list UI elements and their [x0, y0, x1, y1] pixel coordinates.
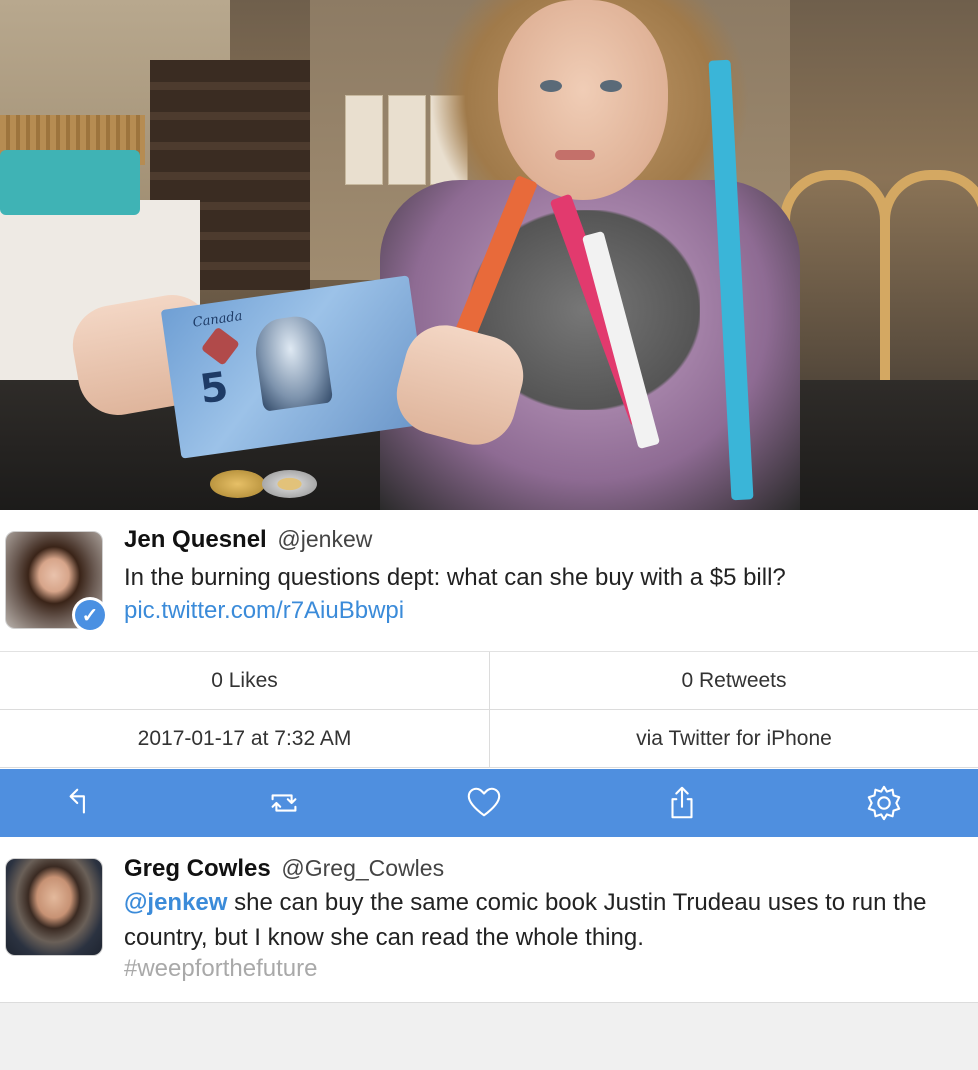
author-line: Jen Quesnel @jenkew [124, 526, 372, 554]
verified-badge: ✓ [72, 597, 108, 633]
reply-button[interactable] [60, 781, 104, 825]
tweet-media-link[interactable]: pic.twitter.com/r7AiuBbwpi [124, 594, 404, 627]
settings-button[interactable] [862, 781, 906, 825]
reply-author-avatar[interactable] [5, 858, 103, 956]
maple-leaf-icon [200, 326, 240, 366]
photo-poster [345, 95, 383, 185]
gear-icon [867, 785, 901, 821]
retweets-count[interactable]: 0 Retweets [489, 652, 978, 710]
reply-hashtag[interactable]: #weepforthefuture [124, 955, 317, 983]
photo-child-mouth [555, 150, 595, 160]
reply-icon [69, 788, 85, 814]
reply-text-content: she can buy the same comic book Justin T… [124, 889, 927, 951]
action-bar [0, 769, 978, 837]
tweet-detail-screen: Canada 5 ✓ Jen Quesnel @jenkew In the bu… [0, 0, 978, 1070]
banknote-portrait [251, 312, 334, 412]
reply-text: @jenkew she can buy the same comic book … [124, 885, 954, 955]
photo-coin [262, 470, 317, 498]
reply-tweet[interactable]: Greg Cowles @Greg_Cowles @jenkew she can… [0, 837, 978, 1003]
reply-mention-link[interactable]: @jenkew [124, 889, 227, 916]
share-button[interactable] [660, 781, 704, 825]
likes-count[interactable]: 0 Likes [0, 652, 489, 710]
retweet-icon [271, 794, 297, 812]
photo-child-eye [600, 80, 622, 92]
reply-author-line: Greg Cowles @Greg_Cowles [124, 855, 444, 883]
checkmark-icon: ✓ [75, 600, 105, 630]
share-icon [671, 786, 693, 819]
tweet-source: via Twitter for iPhone [489, 710, 978, 768]
photo-bin [0, 150, 140, 215]
photo-coin [210, 470, 265, 498]
reply-author-name[interactable]: Greg Cowles [124, 855, 271, 882]
author-name[interactable]: Jen Quesnel [124, 526, 267, 553]
tweet-stats: 0 Likes 0 Retweets 2017-01-17 at 7:32 AM… [0, 652, 978, 769]
author-handle[interactable]: @jenkew [277, 526, 372, 552]
photo-poster [388, 95, 426, 185]
reply-author-handle[interactable]: @Greg_Cowles [281, 855, 444, 881]
heart-icon [467, 787, 501, 817]
tweet-timestamp: 2017-01-17 at 7:32 AM [0, 710, 489, 768]
banknote-numeral: 5 [197, 363, 232, 414]
tweet-main: ✓ Jen Quesnel @jenkew In the burning que… [0, 510, 978, 652]
tweet-photo[interactable]: Canada 5 [0, 0, 978, 510]
photo-child-eye [540, 80, 562, 92]
photo-child-face [498, 0, 668, 200]
retweet-button[interactable] [262, 781, 306, 825]
tweet-text: In the burning questions dept: what can … [124, 564, 786, 591]
like-button[interactable] [462, 781, 506, 825]
